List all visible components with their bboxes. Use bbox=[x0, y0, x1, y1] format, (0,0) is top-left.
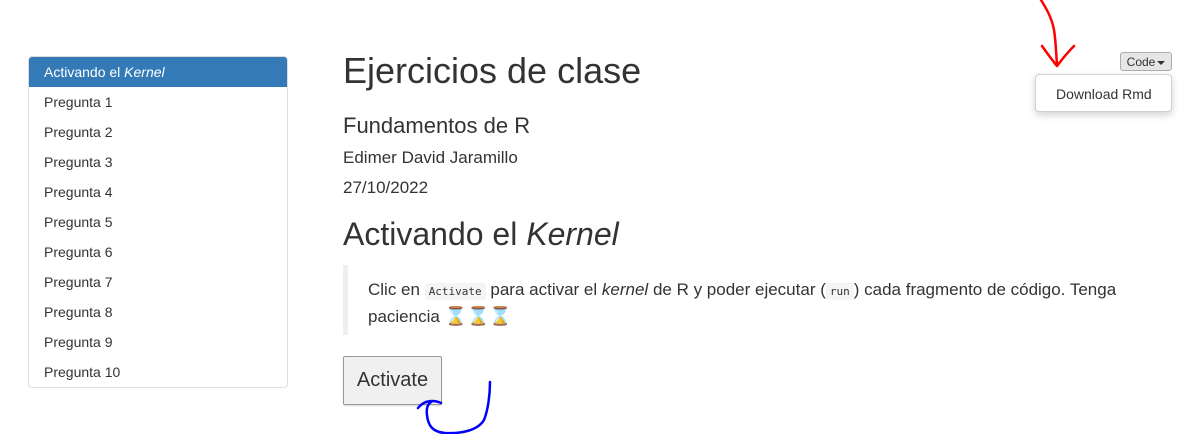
toc-item-pregunta-4[interactable]: Pregunta 4 bbox=[29, 177, 287, 207]
instructions-blockquote: Clic en Activate para activar el kernel … bbox=[343, 265, 1148, 335]
quote-text-2: para activar el bbox=[485, 280, 602, 299]
section-title: Activando el Kernel bbox=[343, 216, 619, 253]
toc-item-label-emph: Kernel bbox=[124, 64, 165, 80]
toc-item-pregunta-1[interactable]: Pregunta 1 bbox=[29, 87, 287, 117]
toc-item-pregunta-9[interactable]: Pregunta 9 bbox=[29, 327, 287, 357]
inline-code-activate: Activate bbox=[424, 283, 486, 300]
toc-item-label-prefix: Activando el bbox=[44, 64, 125, 80]
toc-item-pregunta-5[interactable]: Pregunta 5 bbox=[29, 207, 287, 237]
page-title: Ejercicios de clase bbox=[343, 50, 642, 91]
toc-item-pregunta-6[interactable]: Pregunta 6 bbox=[29, 237, 287, 267]
code-dropdown-button[interactable]: Code bbox=[1120, 52, 1172, 71]
toc-sidebar: Activando el Kernel Pregunta 1 Pregunta … bbox=[28, 56, 288, 388]
toc-item-pregunta-2[interactable]: Pregunta 2 bbox=[29, 117, 287, 147]
page: Activando el Kernel Pregunta 1 Pregunta … bbox=[0, 0, 1181, 434]
toc-item-activando-kernel[interactable]: Activando el Kernel bbox=[29, 57, 287, 87]
red-arrow-annotation bbox=[1039, 0, 1076, 68]
quote-text-1: Clic en bbox=[368, 280, 425, 299]
toc-item-pregunta-3[interactable]: Pregunta 3 bbox=[29, 147, 287, 177]
activate-button[interactable]: Activate bbox=[343, 356, 442, 405]
hourglass-icon: ⌛⌛⌛ bbox=[444, 306, 512, 326]
caret-down-icon bbox=[1157, 60, 1166, 65]
download-rmd-menu-item[interactable]: Download Rmd bbox=[1056, 86, 1152, 102]
toc-item-pregunta-8[interactable]: Pregunta 8 bbox=[29, 297, 287, 327]
quote-emph-kernel: kernel bbox=[601, 280, 649, 299]
author: Edimer David Jaramillo bbox=[343, 148, 518, 167]
toc-item-pregunta-10[interactable]: Pregunta 10 bbox=[29, 357, 287, 387]
inline-code-run: run bbox=[825, 283, 854, 300]
quote-text-3: de R y poder ejecutar ( bbox=[648, 280, 826, 299]
page-subtitle: Fundamentos de R bbox=[343, 113, 531, 138]
date: 27/10/2022 bbox=[343, 178, 429, 197]
section-title-prefix: Activando el bbox=[343, 216, 527, 252]
section-title-emph: Kernel bbox=[526, 216, 619, 252]
toc-item-pregunta-7[interactable]: Pregunta 7 bbox=[29, 267, 287, 297]
code-button-label: Code bbox=[1126, 55, 1156, 69]
code-dropdown-menu: Download Rmd bbox=[1035, 74, 1172, 112]
